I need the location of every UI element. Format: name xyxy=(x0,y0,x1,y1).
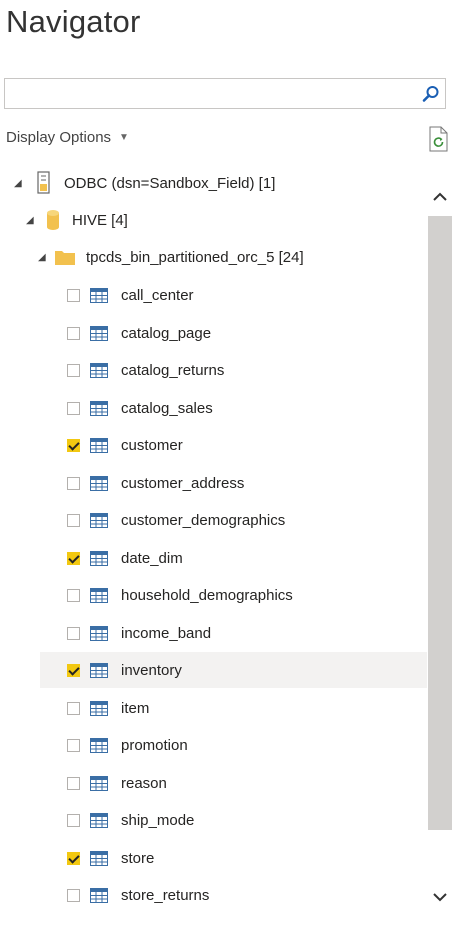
table-checkbox[interactable] xyxy=(67,626,80,640)
refresh-icon xyxy=(429,126,448,152)
table-icon xyxy=(90,362,108,378)
table-name-label: customer_demographics xyxy=(121,511,286,529)
table-name-label: customer xyxy=(121,436,183,454)
table-checkbox[interactable] xyxy=(67,813,80,827)
display-options-label: Display Options xyxy=(6,129,112,146)
chevron-down-icon: ▼ xyxy=(119,132,129,143)
database-icon xyxy=(47,210,59,230)
refresh-button[interactable] xyxy=(428,126,450,152)
table-icon xyxy=(90,850,108,866)
table-name-label: customer_address xyxy=(121,474,245,492)
tree-node-odbc[interactable]: ◢ ODBC (dsn=Sandbox_Field) [1] xyxy=(14,165,275,201)
table-name-label: inventory xyxy=(121,661,182,679)
scroll-thumb[interactable] xyxy=(428,216,452,830)
table-row[interactable]: catalog_returns xyxy=(40,352,427,388)
table-name-label: catalog_sales xyxy=(121,399,213,417)
table-row[interactable]: customer_address xyxy=(40,465,427,501)
table-row[interactable]: catalog_page xyxy=(40,315,427,351)
table-icon xyxy=(90,400,108,416)
table-icon xyxy=(90,700,108,716)
tree-node-label: HIVE [4] xyxy=(72,211,128,229)
chevron-up-icon xyxy=(433,192,447,201)
chevron-down-icon xyxy=(433,893,447,902)
table-name-label: reason xyxy=(121,774,167,792)
tree-node-label: ODBC (dsn=Sandbox_Field) [1] xyxy=(64,174,276,192)
table-icon xyxy=(90,512,108,528)
tree-node-schema[interactable]: ◢ tpcds_bin_partitioned_orc_5 [24] xyxy=(38,239,304,275)
table-icon xyxy=(90,437,108,453)
table-icon xyxy=(90,287,108,303)
table-row[interactable]: date_dim xyxy=(40,540,427,576)
table-icon xyxy=(90,550,108,566)
table-checkbox[interactable] xyxy=(67,438,80,452)
table-name-label: income_band xyxy=(121,624,212,642)
table-checkbox[interactable] xyxy=(67,588,80,602)
search-box xyxy=(4,78,446,109)
table-icon xyxy=(90,775,108,791)
scroll-up-button[interactable] xyxy=(428,182,452,212)
table-row[interactable]: store xyxy=(40,840,427,876)
table-checkbox[interactable] xyxy=(67,363,80,377)
page-title: Navigator xyxy=(6,4,141,39)
table-row[interactable]: household_demographics xyxy=(40,577,427,613)
search-icon xyxy=(422,85,439,102)
table-checkbox[interactable] xyxy=(67,776,80,790)
table-checkbox[interactable] xyxy=(67,551,80,565)
table-checkbox[interactable] xyxy=(67,288,80,302)
table-row[interactable]: inventory xyxy=(40,652,427,688)
display-options-dropdown[interactable]: Display Options ▼ xyxy=(6,129,129,146)
table-name-label: date_dim xyxy=(121,549,183,567)
table-name-label: catalog_returns xyxy=(121,361,225,379)
table-icon xyxy=(90,475,108,491)
table-name-label: ship_mode xyxy=(121,811,195,829)
table-name-label: promotion xyxy=(121,736,188,754)
table-icon xyxy=(90,662,108,678)
table-icon xyxy=(90,625,108,641)
table-name-label: catalog_page xyxy=(121,324,212,342)
table-name-label: store xyxy=(121,849,155,867)
folder-icon xyxy=(55,251,75,265)
tree-node-label: tpcds_bin_partitioned_orc_5 [24] xyxy=(86,248,304,266)
collapse-arrow-icon[interactable]: ◢ xyxy=(38,252,52,263)
table-name-label: store_returns xyxy=(121,886,210,904)
table-row[interactable]: ship_mode xyxy=(40,802,427,838)
table-checkbox[interactable] xyxy=(67,401,80,415)
table-name-label: household_demographics xyxy=(121,586,293,604)
table-checkbox[interactable] xyxy=(67,663,80,677)
collapse-arrow-icon[interactable]: ◢ xyxy=(26,215,40,226)
table-row[interactable]: customer xyxy=(40,427,427,463)
table-icon xyxy=(90,587,108,603)
table-name-label: item xyxy=(121,699,150,717)
table-checkbox[interactable] xyxy=(67,851,80,865)
table-row[interactable]: store_returns xyxy=(40,877,427,913)
collapse-arrow-icon[interactable]: ◢ xyxy=(14,178,28,189)
table-row[interactable]: catalog_sales xyxy=(40,390,427,426)
server-icon xyxy=(37,171,50,194)
vertical-scrollbar[interactable] xyxy=(428,182,452,912)
table-checkbox[interactable] xyxy=(67,513,80,527)
table-checkbox[interactable] xyxy=(67,326,80,340)
scroll-down-button[interactable] xyxy=(428,882,452,912)
table-row[interactable]: customer_demographics xyxy=(40,502,427,538)
table-name-label: call_center xyxy=(121,286,194,304)
table-checkbox[interactable] xyxy=(67,476,80,490)
table-icon xyxy=(90,887,108,903)
table-icon xyxy=(90,325,108,341)
table-checkbox[interactable] xyxy=(67,888,80,902)
table-checkbox[interactable] xyxy=(67,738,80,752)
tree-node-hive[interactable]: ◢ HIVE [4] xyxy=(26,202,128,238)
table-row[interactable]: call_center xyxy=(40,277,427,313)
search-input[interactable] xyxy=(11,80,415,109)
search-button[interactable] xyxy=(417,79,445,108)
table-row[interactable]: promotion xyxy=(40,727,427,763)
table-icon xyxy=(90,737,108,753)
table-row[interactable]: income_band xyxy=(40,615,427,651)
table-checkbox[interactable] xyxy=(67,701,80,715)
table-icon xyxy=(90,812,108,828)
table-row[interactable]: reason xyxy=(40,765,427,801)
table-row[interactable]: item xyxy=(40,690,427,726)
